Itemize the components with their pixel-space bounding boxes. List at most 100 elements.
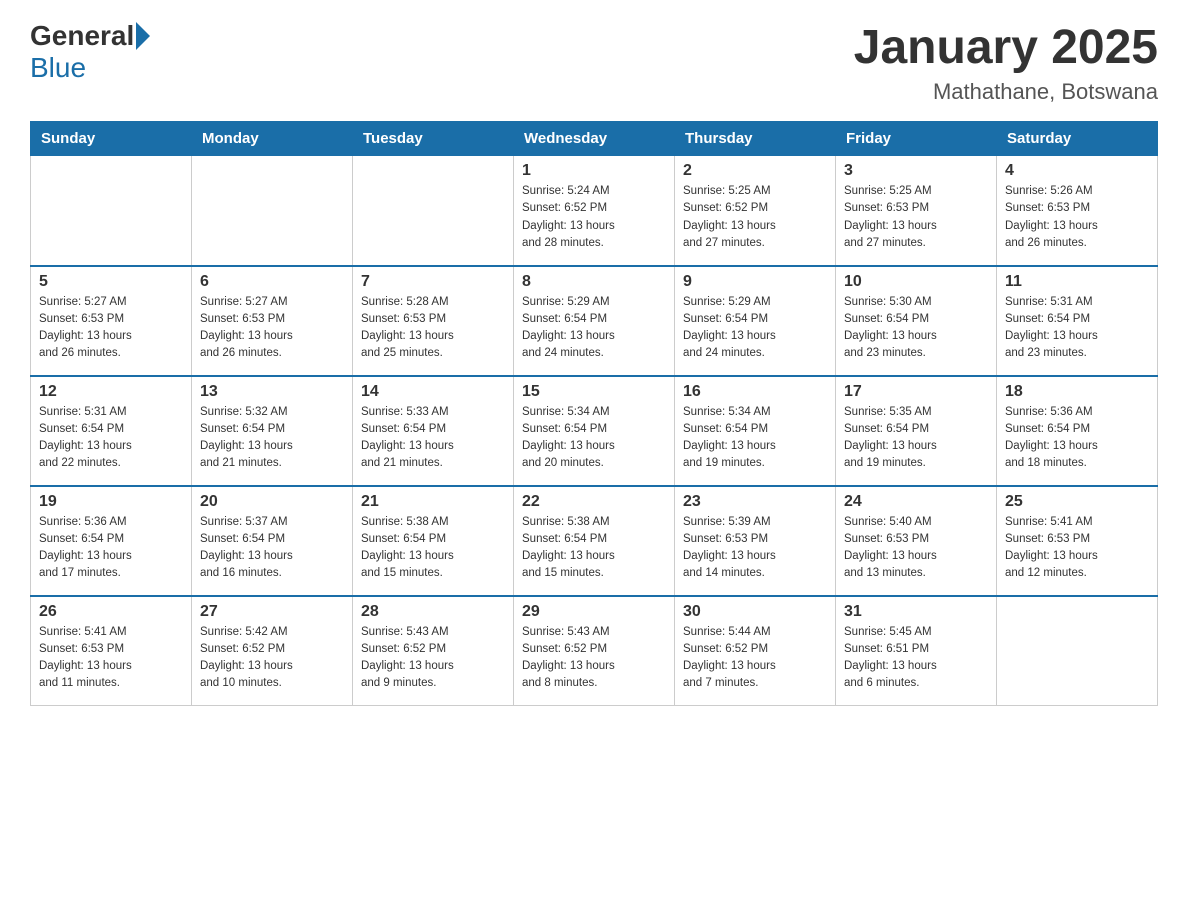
calendar-cell: 25 Sunrise: 5:41 AM Sunset: 6:53 PM Dayli… xyxy=(997,486,1158,596)
day-number: 21 xyxy=(361,493,505,511)
calendar-cell: 9 Sunrise: 5:29 AM Sunset: 6:54 PM Daylig… xyxy=(675,266,836,376)
day-info: Sunrise: 5:35 AM Sunset: 6:54 PM Dayligh… xyxy=(844,404,988,473)
calendar-cell: 31 Sunrise: 5:45 AM Sunset: 6:51 PM Dayli… xyxy=(836,596,997,706)
day-info: Sunrise: 5:43 AM Sunset: 6:52 PM Dayligh… xyxy=(522,624,666,693)
day-number: 5 xyxy=(39,273,183,291)
day-info: Sunrise: 5:28 AM Sunset: 6:53 PM Dayligh… xyxy=(361,294,505,363)
day-info: Sunrise: 5:24 AM Sunset: 6:52 PM Dayligh… xyxy=(522,183,666,252)
day-number: 19 xyxy=(39,493,183,511)
calendar-cell: 4Sunrise: 5:26 AM Sunset: 6:53 PM Daylig… xyxy=(997,156,1158,266)
day-info: Sunrise: 5:37 AM Sunset: 6:54 PM Dayligh… xyxy=(200,514,344,583)
day-number: 31 xyxy=(844,603,988,621)
page-subtitle: Mathathane, Botswana xyxy=(854,79,1158,105)
day-number: 12 xyxy=(39,383,183,401)
day-number: 6 xyxy=(200,273,344,291)
day-number: 26 xyxy=(39,603,183,621)
day-number: 16 xyxy=(683,383,827,401)
calendar-header-tuesday: Tuesday xyxy=(353,122,514,156)
calendar-header-wednesday: Wednesday xyxy=(514,122,675,156)
calendar-week-row: 12 Sunrise: 5:31 AM Sunset: 6:54 PM Dayli… xyxy=(31,376,1158,486)
day-info: Sunrise: 5:33 AM Sunset: 6:54 PM Dayligh… xyxy=(361,404,505,473)
calendar-cell: 6 Sunrise: 5:27 AM Sunset: 6:53 PM Daylig… xyxy=(192,266,353,376)
day-info: Sunrise: 5:31 AM Sunset: 6:54 PM Dayligh… xyxy=(39,404,183,473)
day-number: 28 xyxy=(361,603,505,621)
calendar-cell xyxy=(997,596,1158,706)
day-info: Sunrise: 5:38 AM Sunset: 6:54 PM Dayligh… xyxy=(522,514,666,583)
day-info: Sunrise: 5:36 AM Sunset: 6:54 PM Dayligh… xyxy=(1005,404,1149,473)
calendar-cell: 2 Sunrise: 5:25 AM Sunset: 6:52 PM Daylig… xyxy=(675,156,836,266)
day-info: Sunrise: 5:34 AM Sunset: 6:54 PM Dayligh… xyxy=(522,404,666,473)
day-info: Sunrise: 5:44 AM Sunset: 6:52 PM Dayligh… xyxy=(683,624,827,693)
day-info: Sunrise: 5:40 AM Sunset: 6:53 PM Dayligh… xyxy=(844,514,988,583)
calendar-cell: 19 Sunrise: 5:36 AM Sunset: 6:54 PM Dayli… xyxy=(31,486,192,596)
day-info: Sunrise: 5:27 AM Sunset: 6:53 PM Dayligh… xyxy=(200,294,344,363)
day-number: 11 xyxy=(1005,273,1149,291)
day-number: 4 xyxy=(1005,162,1149,180)
day-info: Sunrise: 5:31 AM Sunset: 6:54 PM Dayligh… xyxy=(1005,294,1149,363)
logo-arrow-icon xyxy=(136,22,150,50)
day-info: Sunrise: 5:41 AM Sunset: 6:53 PM Dayligh… xyxy=(1005,514,1149,583)
day-number: 27 xyxy=(200,603,344,621)
calendar-cell: 22 Sunrise: 5:38 AM Sunset: 6:54 PM Dayli… xyxy=(514,486,675,596)
day-info: Sunrise: 5:34 AM Sunset: 6:54 PM Dayligh… xyxy=(683,404,827,473)
day-info: Sunrise: 5:25 AM Sunset: 6:52 PM Dayligh… xyxy=(683,183,827,252)
calendar-week-row: 5 Sunrise: 5:27 AM Sunset: 6:53 PM Daylig… xyxy=(31,266,1158,376)
calendar-cell: 15 Sunrise: 5:34 AM Sunset: 6:54 PM Dayli… xyxy=(514,376,675,486)
calendar-header-thursday: Thursday xyxy=(675,122,836,156)
day-info: Sunrise: 5:42 AM Sunset: 6:52 PM Dayligh… xyxy=(200,624,344,693)
calendar-cell: 16 Sunrise: 5:34 AM Sunset: 6:54 PM Dayli… xyxy=(675,376,836,486)
day-info: Sunrise: 5:27 AM Sunset: 6:53 PM Dayligh… xyxy=(39,294,183,363)
day-info: Sunrise: 5:36 AM Sunset: 6:54 PM Dayligh… xyxy=(39,514,183,583)
calendar-cell: 28 Sunrise: 5:43 AM Sunset: 6:52 PM Dayli… xyxy=(353,596,514,706)
day-number: 17 xyxy=(844,383,988,401)
day-number: 29 xyxy=(522,603,666,621)
day-number: 13 xyxy=(200,383,344,401)
day-info: Sunrise: 5:32 AM Sunset: 6:54 PM Dayligh… xyxy=(200,404,344,473)
calendar-cell: 27 Sunrise: 5:42 AM Sunset: 6:52 PM Dayli… xyxy=(192,596,353,706)
calendar-header-monday: Monday xyxy=(192,122,353,156)
logo-text: General xyxy=(30,20,152,52)
day-number: 9 xyxy=(683,273,827,291)
day-number: 24 xyxy=(844,493,988,511)
calendar-cell: 17 Sunrise: 5:35 AM Sunset: 6:54 PM Dayli… xyxy=(836,376,997,486)
day-number: 25 xyxy=(1005,493,1149,511)
page-title: January 2025 xyxy=(854,20,1158,75)
page-header: General Blue January 2025 Mathathane, Bo… xyxy=(30,20,1158,105)
day-info: Sunrise: 5:38 AM Sunset: 6:54 PM Dayligh… xyxy=(361,514,505,583)
calendar-cell: 10Sunrise: 5:30 AM Sunset: 6:54 PM Dayli… xyxy=(836,266,997,376)
calendar-cell: 7Sunrise: 5:28 AM Sunset: 6:53 PM Daylig… xyxy=(353,266,514,376)
calendar-week-row: 26 Sunrise: 5:41 AM Sunset: 6:53 PM Dayli… xyxy=(31,596,1158,706)
logo-blue-text: Blue xyxy=(30,52,86,84)
day-number: 15 xyxy=(522,383,666,401)
calendar-header-row: SundayMondayTuesdayWednesdayThursdayFrid… xyxy=(31,122,1158,156)
day-info: Sunrise: 5:29 AM Sunset: 6:54 PM Dayligh… xyxy=(522,294,666,363)
calendar-cell: 8Sunrise: 5:29 AM Sunset: 6:54 PM Daylig… xyxy=(514,266,675,376)
day-number: 2 xyxy=(683,162,827,180)
day-info: Sunrise: 5:41 AM Sunset: 6:53 PM Dayligh… xyxy=(39,624,183,693)
day-number: 10 xyxy=(844,273,988,291)
calendar-week-row: 19 Sunrise: 5:36 AM Sunset: 6:54 PM Dayli… xyxy=(31,486,1158,596)
day-info: Sunrise: 5:39 AM Sunset: 6:53 PM Dayligh… xyxy=(683,514,827,583)
calendar-cell: 30 Sunrise: 5:44 AM Sunset: 6:52 PM Dayli… xyxy=(675,596,836,706)
calendar-header-sunday: Sunday xyxy=(31,122,192,156)
day-info: Sunrise: 5:45 AM Sunset: 6:51 PM Dayligh… xyxy=(844,624,988,693)
day-info: Sunrise: 5:29 AM Sunset: 6:54 PM Dayligh… xyxy=(683,294,827,363)
calendar-cell: 26 Sunrise: 5:41 AM Sunset: 6:53 PM Dayli… xyxy=(31,596,192,706)
calendar-cell: 24 Sunrise: 5:40 AM Sunset: 6:53 PM Dayli… xyxy=(836,486,997,596)
calendar-cell: 11 Sunrise: 5:31 AM Sunset: 6:54 PM Dayli… xyxy=(997,266,1158,376)
day-number: 22 xyxy=(522,493,666,511)
calendar-header-saturday: Saturday xyxy=(997,122,1158,156)
title-section: January 2025 Mathathane, Botswana xyxy=(854,20,1158,105)
calendar-cell xyxy=(31,156,192,266)
calendar-cell: 12 Sunrise: 5:31 AM Sunset: 6:54 PM Dayli… xyxy=(31,376,192,486)
calendar-table: SundayMondayTuesdayWednesdayThursdayFrid… xyxy=(30,121,1158,706)
calendar-cell: 18 Sunrise: 5:36 AM Sunset: 6:54 PM Dayli… xyxy=(997,376,1158,486)
calendar-cell: 13 Sunrise: 5:32 AM Sunset: 6:54 PM Dayli… xyxy=(192,376,353,486)
calendar-cell: 21 Sunrise: 5:38 AM Sunset: 6:54 PM Dayli… xyxy=(353,486,514,596)
day-number: 3 xyxy=(844,162,988,180)
day-number: 30 xyxy=(683,603,827,621)
calendar-cell: 5 Sunrise: 5:27 AM Sunset: 6:53 PM Daylig… xyxy=(31,266,192,376)
day-number: 18 xyxy=(1005,383,1149,401)
day-info: Sunrise: 5:43 AM Sunset: 6:52 PM Dayligh… xyxy=(361,624,505,693)
day-number: 20 xyxy=(200,493,344,511)
